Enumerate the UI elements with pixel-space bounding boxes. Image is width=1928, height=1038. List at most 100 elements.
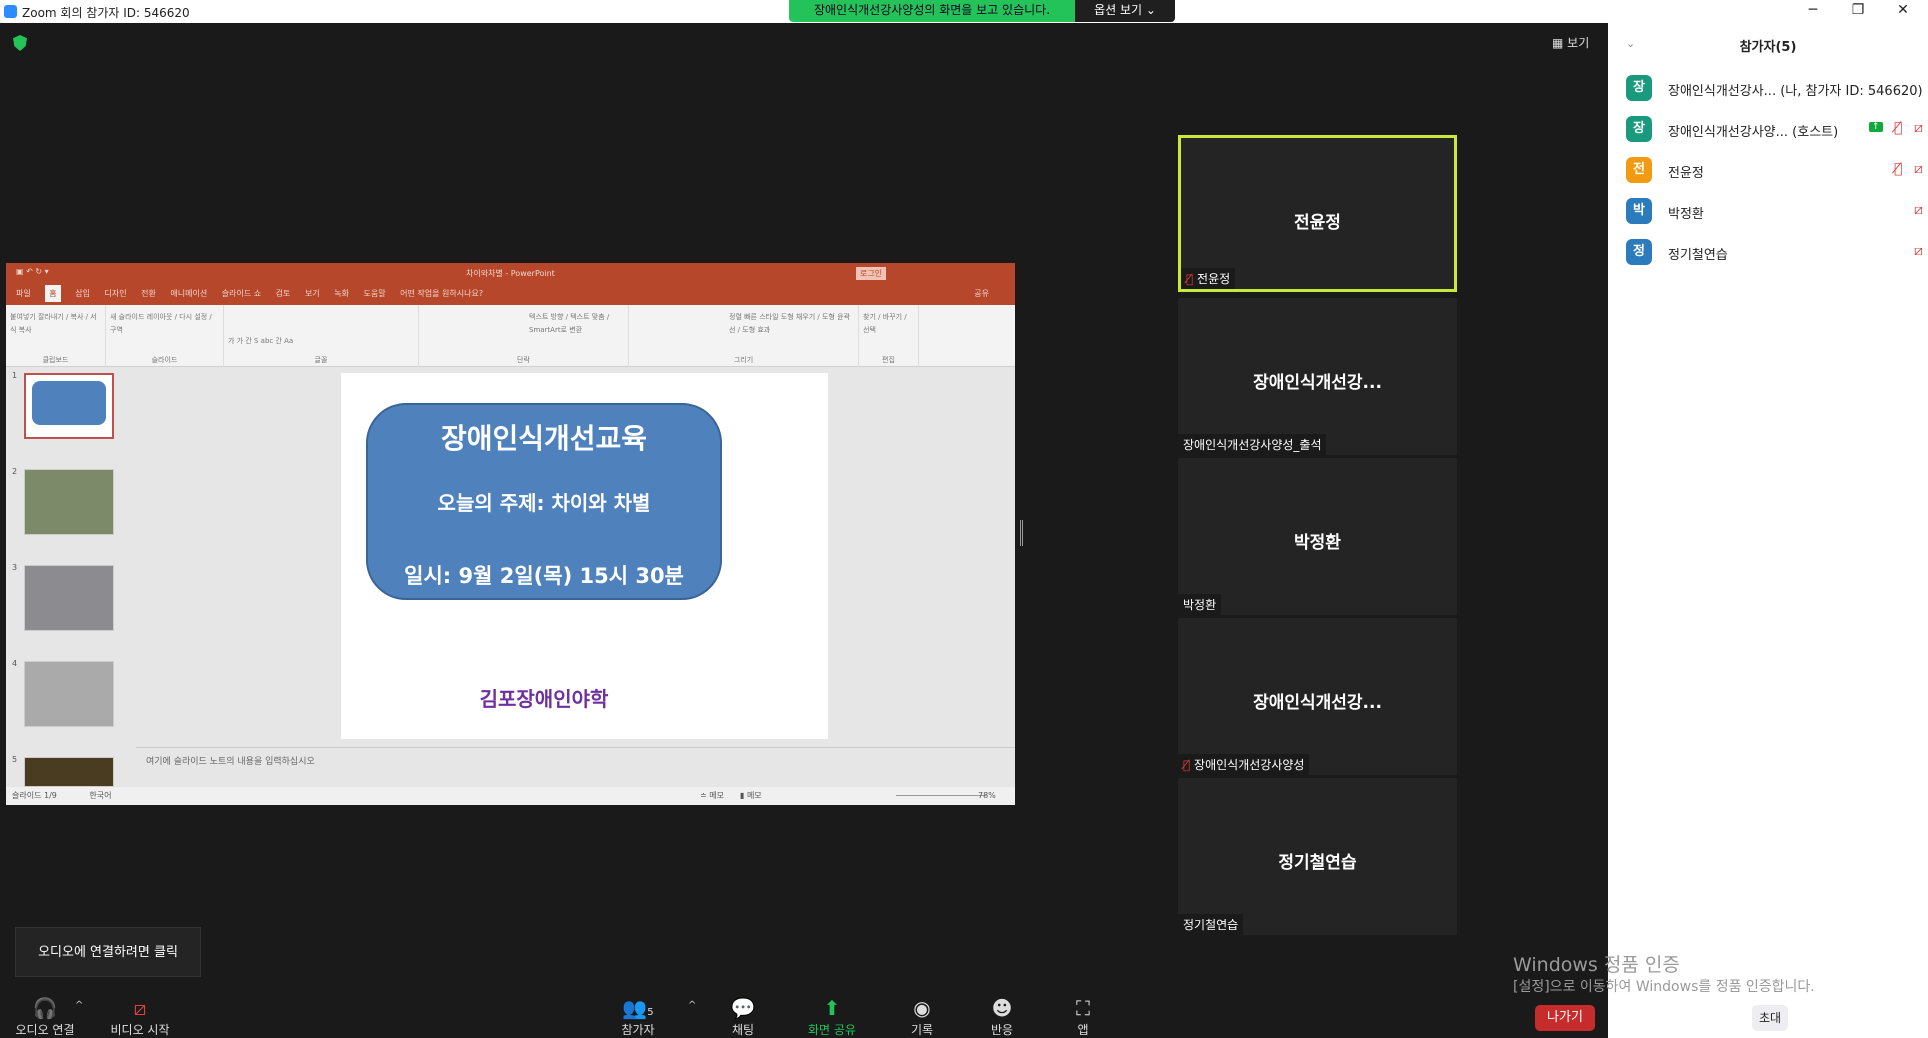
zoom-level: 78%	[978, 791, 996, 800]
thumb-number: 3	[12, 563, 18, 572]
slide-thumbnail[interactable]	[24, 661, 114, 727]
participant-row[interactable]: 정 정기철연습 ⧄	[1626, 239, 1926, 267]
participant-name: 장애인식개선강사양... (호스트)	[1668, 125, 1839, 140]
ppt-tab: 파일	[16, 289, 31, 298]
participants-button[interactable]: 👥5 참가자	[603, 995, 673, 1038]
view-button[interactable]: ▦ 보기	[1552, 34, 1589, 51]
slide-date: 일시: 9월 2일(목) 15시 30분	[404, 564, 684, 588]
slide-thumbnail[interactable]	[24, 565, 114, 631]
current-slide: 장애인식개선교육 오늘의 주제: 차이와 차별 일시: 9월 2일(목) 15시…	[341, 373, 828, 739]
apps-button[interactable]: ⛶ 앱	[1048, 995, 1118, 1038]
ppt-tab: 녹화	[334, 289, 349, 298]
ppt-tab: 디자인	[104, 289, 127, 298]
audio-options-caret[interactable]: ^	[75, 1000, 83, 1011]
reactions-button[interactable]: ☻ 반응	[967, 995, 1037, 1038]
minimize-button[interactable]: ─	[1798, 2, 1828, 18]
tile-name: 전윤정	[1294, 213, 1341, 233]
title-box: 장애인식개선교육 오늘의 주제: 차이와 차별 일시: 9월 2일(목) 15시…	[366, 403, 722, 600]
participant-row[interactable]: 장 장애인식개선강사... (나, 참가자 ID: 546620)	[1626, 75, 1926, 103]
view-options-button[interactable]: 옵션 보기 ⌄	[1075, 0, 1175, 22]
panel-title: 참가자(5)	[1739, 40, 1797, 55]
shield-icon[interactable]	[13, 35, 27, 51]
ppt-tab: 애니메이션	[170, 289, 208, 298]
ribbon-group: 새 슬라이드 레이아웃 / 다시 설정 / 구역 슬라이드	[106, 305, 224, 367]
tile-label: 정기철연습	[1178, 914, 1244, 935]
headphones-icon: 🎧	[32, 996, 58, 1020]
notes-input: 여기에 슬라이드 노트의 내용을 입력하십시오	[136, 747, 1015, 787]
video-tile[interactable]: 박정환 박정환	[1178, 458, 1457, 615]
ppt-ribbon: 붙여넣기 잘라내기 / 복사 / 서식 복사 클립보드 새 슬라이드 레이아웃 /…	[6, 305, 1015, 367]
restore-button[interactable]: ❐	[1843, 2, 1873, 18]
windows-watermark-sub: [설정]으로 이동하여 Windows를 정품 인증합니다.	[1513, 979, 1815, 995]
mic-muted-icon: 🎙̸	[1894, 161, 1903, 177]
video-tile[interactable]: 장애인식개선강... 장애인식개선강사양성_출석	[1178, 298, 1457, 455]
ribbon-group: 텍스트 방향 / 텍스트 맞춤 / SmartArt로 변환 단락	[419, 305, 629, 367]
tell-me: 어떤 작업을 원하시나요?	[400, 289, 484, 298]
save-icon: ▣ ↶ ↻ ▾	[16, 267, 49, 276]
title-bar: Zoom 회의 참가자 ID: 546620 장애인식개선강사양성의 화면을 보…	[0, 0, 1928, 23]
audio-tooltip: 오디오에 연결하려면 클릭	[15, 927, 201, 977]
ppt-status-bar: 슬라이드 1/9 한국어 ≐ 메모 ▮ 메모 78%	[6, 787, 1015, 805]
participant-name: 박정환	[1668, 207, 1704, 222]
ribbon-group: 가 가 간 S abc 간 Aa 글꼴	[224, 305, 419, 367]
participant-name: 전윤정	[1668, 166, 1704, 181]
video-off-icon: ⧄	[1914, 161, 1923, 177]
slide-thumbnails[interactable]: 1 2 3 4 5	[6, 367, 130, 787]
invite-button[interactable]: 초대	[1752, 1005, 1788, 1031]
ppt-titlebar: ▣ ↶ ↻ ▾ 차이와차별 - PowerPoint 로그인	[6, 263, 1015, 283]
slide-counter: 슬라이드 1/9	[12, 791, 57, 800]
apps-icon: ⛶	[1076, 996, 1090, 1020]
ribbon-group: 붙여넣기 잘라내기 / 복사 / 서식 복사 클립보드	[6, 305, 106, 367]
leave-button[interactable]: 나가기	[1535, 1005, 1595, 1031]
ribbon-group: 정렬 빠른 스타일 도형 채우기 / 도형 윤곽선 / 도형 효과 그리기	[629, 305, 859, 367]
thumb-number: 1	[12, 371, 18, 380]
video-tile[interactable]: 정기철연습 정기철연습	[1178, 778, 1457, 935]
share-screen-button[interactable]: ⬆ 화면 공유	[797, 995, 867, 1038]
video-button[interactable]: ⧄ 비디오 시작	[105, 995, 175, 1038]
sharing-icon: ↑	[1869, 122, 1883, 132]
ppt-tab: 전환	[141, 289, 156, 298]
slide-thumbnail[interactable]	[24, 373, 114, 439]
slide-thumbnail[interactable]	[24, 757, 114, 787]
participants-caret[interactable]: ^	[688, 1000, 696, 1011]
chat-button[interactable]: 💬 채팅	[708, 995, 778, 1038]
mic-muted-icon: 🎙̸	[1894, 120, 1903, 136]
reaction-icon: ☻	[991, 996, 1013, 1020]
sharing-banner: 장애인식개선강사양성의 화면을 보고 있습니다.	[789, 0, 1075, 22]
share-label: 공유	[974, 289, 989, 298]
ppt-tab: 슬라이드 쇼	[221, 289, 262, 298]
tile-name: 장애인식개선강...	[1253, 373, 1382, 393]
language: 한국어	[89, 791, 112, 800]
video-off-icon: ⧄	[133, 996, 147, 1020]
zoom-slider	[896, 795, 986, 796]
tile-label: 장애인식개선강사양성_출석	[1178, 434, 1327, 455]
comments-toggle: ▮ 메모	[740, 791, 762, 800]
ppt-tab: 검토	[275, 289, 291, 298]
slide-thumbnail[interactable]	[24, 469, 114, 535]
video-off-icon: ⧄	[1914, 202, 1923, 218]
close-button[interactable]: ✕	[1888, 2, 1918, 18]
ppt-tab: 보기	[304, 289, 320, 298]
ppt-tab: 홈	[45, 285, 61, 302]
participants-icon: 👥5	[622, 996, 654, 1020]
video-tile[interactable]: 장애인식개선강... 🎙̸ 장애인식개선강사양성	[1178, 618, 1457, 775]
participant-row[interactable]: 장 장애인식개선강사양... (호스트) ↑ 🎙̸ ⧄	[1626, 116, 1926, 144]
avatar: 정	[1626, 239, 1652, 265]
windows-watermark: Windows 정품 인증	[1513, 954, 1680, 976]
tile-name: 정기철연습	[1278, 853, 1357, 873]
resize-handle[interactable]	[1020, 520, 1023, 546]
mic-muted-icon: 🎙̸	[1186, 272, 1194, 286]
video-off-icon: ⧄	[1914, 243, 1923, 259]
video-tile[interactable]: 전윤정 🎙̸ 전윤정	[1178, 135, 1457, 292]
participant-row[interactable]: 박 박정환 ⧄	[1626, 198, 1926, 226]
avatar: 전	[1626, 157, 1652, 183]
participant-row[interactable]: 전 전윤정 🎙̸ ⧄	[1626, 157, 1926, 185]
avatar: 장	[1626, 75, 1652, 101]
audio-button[interactable]: 🎧 오디오 연결	[10, 995, 80, 1038]
record-button[interactable]: ◉ 기록	[887, 995, 957, 1038]
participants-panel: ⌄ 참가자(5) 장 장애인식개선강사... (나, 참가자 ID: 546620…	[1608, 23, 1928, 1038]
ppt-tab: 삽입	[75, 289, 90, 298]
tile-label: 🎙̸ 장애인식개선강사양성	[1178, 754, 1310, 775]
record-icon: ◉	[913, 996, 931, 1020]
avatar: 박	[1626, 198, 1652, 224]
